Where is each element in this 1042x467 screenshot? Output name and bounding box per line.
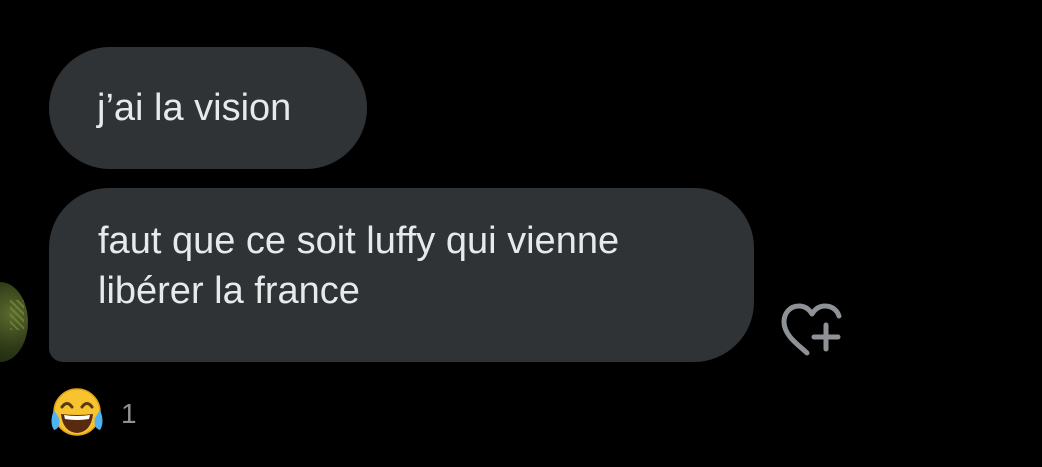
dm-conversation: j’ai la vision faut que ce soit luffy qu… (0, 0, 1042, 467)
heart-plus-icon (781, 303, 842, 356)
avatar[interactable] (0, 282, 28, 362)
add-reaction-button[interactable] (778, 300, 850, 358)
message-reactions[interactable]: 1 (49, 386, 137, 442)
face-with-tears-of-joy-icon (51, 388, 103, 436)
message-text: j’ai la vision (97, 87, 292, 129)
message-text: faut que ce soit luffy qui vienne libére… (98, 220, 620, 312)
reaction-count: 1 (121, 398, 137, 429)
message-bubble[interactable]: faut que ce soit luffy qui vienne libére… (49, 188, 754, 362)
message-bubble[interactable]: j’ai la vision (49, 47, 367, 169)
